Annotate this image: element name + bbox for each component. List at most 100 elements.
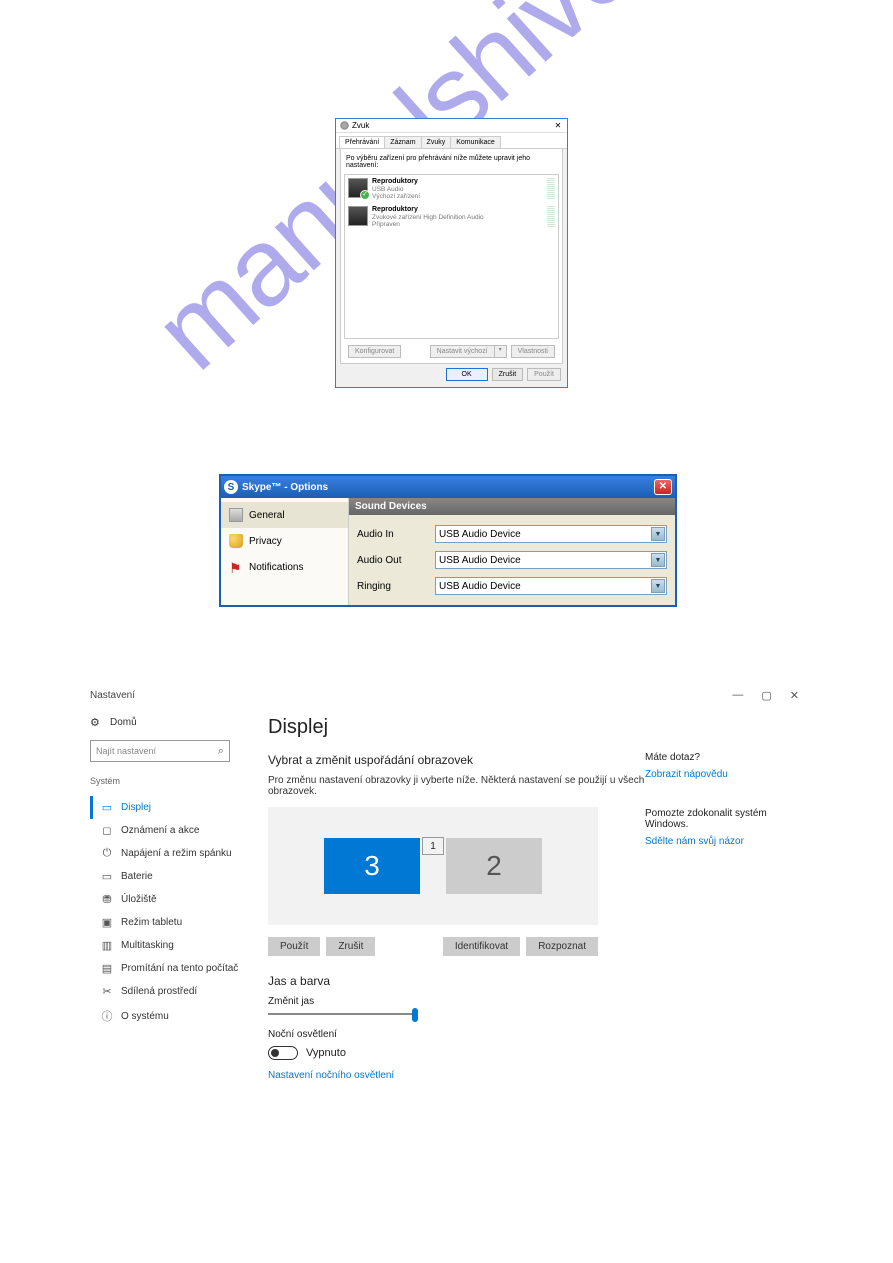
night-light-settings-link[interactable]: Nastavení nočního osvětlení bbox=[268, 1070, 645, 1081]
audio-in-select[interactable]: USB Audio Device ▼ bbox=[435, 525, 667, 543]
nav-label: Režim tabletu bbox=[121, 917, 182, 928]
ringing-select[interactable]: USB Audio Device ▼ bbox=[435, 577, 667, 595]
chevron-down-icon[interactable]: ▼ bbox=[651, 553, 665, 567]
sound-titlebar: Zvuk ✕ bbox=[336, 119, 567, 133]
set-default-button[interactable]: Nastavit výchozí bbox=[430, 345, 495, 358]
sidebar-item-general[interactable]: General bbox=[221, 502, 348, 528]
toggle-switch[interactable] bbox=[268, 1046, 298, 1060]
close-icon[interactable]: ✕ bbox=[790, 689, 799, 702]
sidebar-item-privacy[interactable]: Privacy bbox=[221, 528, 348, 554]
chevron-down-icon[interactable]: ▾ bbox=[495, 345, 507, 358]
audio-out-label: Audio Out bbox=[357, 555, 435, 566]
nav-osystemu[interactable]: ⓘO systému bbox=[90, 1003, 240, 1029]
settings-columns: Domů Najít nastavení Systém ▭Displej ◻Oz… bbox=[90, 710, 805, 1081]
properties-button[interactable]: Vlastnosti bbox=[511, 345, 555, 358]
chevron-down-icon[interactable]: ▼ bbox=[651, 527, 665, 541]
ok-button[interactable]: OK bbox=[446, 368, 488, 381]
skype-logo-icon: S bbox=[224, 480, 238, 494]
close-icon[interactable]: ✕ bbox=[553, 121, 563, 130]
nav-label: Úložiště bbox=[121, 894, 157, 905]
nav-label: Multitasking bbox=[121, 940, 174, 951]
brightness-label: Změnit jas bbox=[268, 996, 645, 1007]
nav-promitani[interactable]: ▤Promítání na tento počítač bbox=[90, 957, 240, 980]
sidebar-label: Privacy bbox=[249, 536, 282, 547]
select-value: USB Audio Device bbox=[439, 529, 521, 540]
tab-comm[interactable]: Komunikace bbox=[450, 136, 501, 148]
project-icon: ▤ bbox=[101, 962, 113, 975]
feedback-link[interactable]: Sdělte nám svůj názor bbox=[645, 836, 805, 847]
night-light-label: Noční osvětlení bbox=[268, 1029, 645, 1040]
sound-button-row: Konfigurovat Nastavit výchozí ▾ Vlastnos… bbox=[344, 339, 559, 360]
audio-out-select[interactable]: USB Audio Device ▼ bbox=[435, 551, 667, 569]
help-link[interactable]: Zobrazit nápovědu bbox=[645, 769, 805, 780]
device-name: Reproduktory bbox=[372, 206, 543, 214]
sidebar-item-notifications[interactable]: Notifications bbox=[221, 554, 348, 580]
lock-icon bbox=[229, 534, 243, 548]
nav-napajeni[interactable]: ⏻Napájení a režim spánku bbox=[90, 842, 240, 865]
monitor-buttons: Použít Zrušit Identifikovat Rozpoznat bbox=[268, 937, 598, 956]
monitor-1[interactable]: 1 bbox=[422, 837, 444, 855]
device-desc: USB Audio bbox=[372, 186, 543, 193]
help-question: Máte dotaz? bbox=[645, 752, 805, 763]
monitor-arrangement[interactable]: 3 1 2 bbox=[268, 807, 598, 925]
device-item[interactable]: Reproduktory USB Audio Výchozí zařízení bbox=[348, 178, 555, 200]
brightness-slider[interactable] bbox=[268, 1013, 418, 1015]
speaker-device-icon bbox=[348, 178, 368, 198]
cancel-button[interactable]: Zrušit bbox=[492, 368, 524, 381]
device-status: Připraven bbox=[372, 221, 543, 228]
cancel-button[interactable]: Zrušit bbox=[326, 937, 375, 956]
nav-uloziste[interactable]: ⛃ Úložiště bbox=[90, 888, 240, 911]
nav-sdilena[interactable]: ✂Sdílená prostředí bbox=[90, 980, 240, 1003]
tab-record[interactable]: Záznam bbox=[384, 136, 421, 148]
battery-icon: ▭ bbox=[101, 870, 113, 883]
tab-playback[interactable]: Přehrávání bbox=[339, 136, 385, 148]
info-icon: ⓘ bbox=[101, 1008, 113, 1024]
improve-text: Pomozte zdokonalit systém Windows. bbox=[645, 808, 805, 830]
nav-oznameni[interactable]: ◻Oznámení a akce bbox=[90, 819, 240, 842]
nav-baterie[interactable]: ▭ Baterie bbox=[90, 865, 240, 888]
section-header: Sound Devices bbox=[349, 498, 675, 515]
night-light-toggle[interactable]: Vypnuto bbox=[268, 1046, 645, 1060]
section-desc: Pro změnu nastavení obrazovky ji vyberte… bbox=[268, 775, 645, 797]
identify-button[interactable]: Identifikovat bbox=[443, 937, 520, 956]
sound-title: Zvuk bbox=[352, 121, 553, 130]
ringing-label: Ringing bbox=[357, 581, 435, 592]
sound-body: Po výběru zařízení pro přehrávání níže m… bbox=[340, 149, 563, 364]
monitor-3[interactable]: 3 bbox=[324, 838, 420, 894]
close-icon[interactable]: ✕ bbox=[654, 479, 672, 495]
nav-label: Baterie bbox=[121, 871, 153, 882]
device-item[interactable]: Reproduktory Zvukové zařízení High Defin… bbox=[348, 206, 555, 228]
device-meta: Reproduktory USB Audio Výchozí zařízení bbox=[372, 178, 543, 200]
configure-button[interactable]: Konfigurovat bbox=[348, 345, 401, 358]
skype-title: Skype™ - Options bbox=[242, 482, 650, 493]
level-meter-icon bbox=[547, 178, 555, 200]
monitor-2[interactable]: 2 bbox=[446, 838, 542, 894]
tab-sounds[interactable]: Zvuky bbox=[421, 136, 452, 148]
settings-help-panel: Máte dotaz? Zobrazit nápovědu Pomozte zd… bbox=[645, 710, 805, 1081]
settings-titlebar: Nastavení — ▢ ✕ bbox=[90, 680, 805, 710]
multitasking-icon: ▥ bbox=[101, 939, 113, 952]
nav-tablet[interactable]: ▣Režim tabletu bbox=[90, 911, 240, 934]
maximize-icon[interactable]: ▢ bbox=[761, 689, 771, 702]
storage-icon: ⛃ bbox=[101, 893, 113, 906]
skype-titlebar: S Skype™ - Options ✕ bbox=[221, 476, 675, 498]
search-input[interactable]: Najít nastavení bbox=[90, 740, 230, 762]
speaker-icon bbox=[340, 121, 349, 130]
device-desc: Zvukové zařízení High Definition Audio bbox=[372, 214, 543, 221]
home-row[interactable]: Domů bbox=[90, 716, 240, 728]
slider-thumb[interactable] bbox=[412, 1008, 418, 1022]
minimize-icon[interactable]: — bbox=[732, 689, 743, 702]
detect-button[interactable]: Rozpoznat bbox=[526, 937, 598, 956]
set-default-split-button[interactable]: Nastavit výchozí ▾ bbox=[430, 345, 507, 358]
settings-main: Displej Vybrat a změnit uspořádání obraz… bbox=[240, 710, 645, 1081]
nav-label: Oznámení a akce bbox=[121, 825, 199, 836]
home-label: Domů bbox=[110, 717, 137, 728]
nav-displej[interactable]: ▭Displej bbox=[90, 796, 240, 819]
general-icon bbox=[229, 508, 243, 522]
sound-form: Audio In USB Audio Device ▼ Audio Out US… bbox=[349, 515, 675, 605]
chevron-down-icon[interactable]: ▼ bbox=[651, 579, 665, 593]
window-controls: — ▢ ✕ bbox=[732, 689, 805, 702]
apply-button[interactable]: Použít bbox=[527, 368, 561, 381]
nav-multitasking[interactable]: ▥ Multitasking bbox=[90, 934, 240, 957]
apply-button[interactable]: Použít bbox=[268, 937, 320, 956]
